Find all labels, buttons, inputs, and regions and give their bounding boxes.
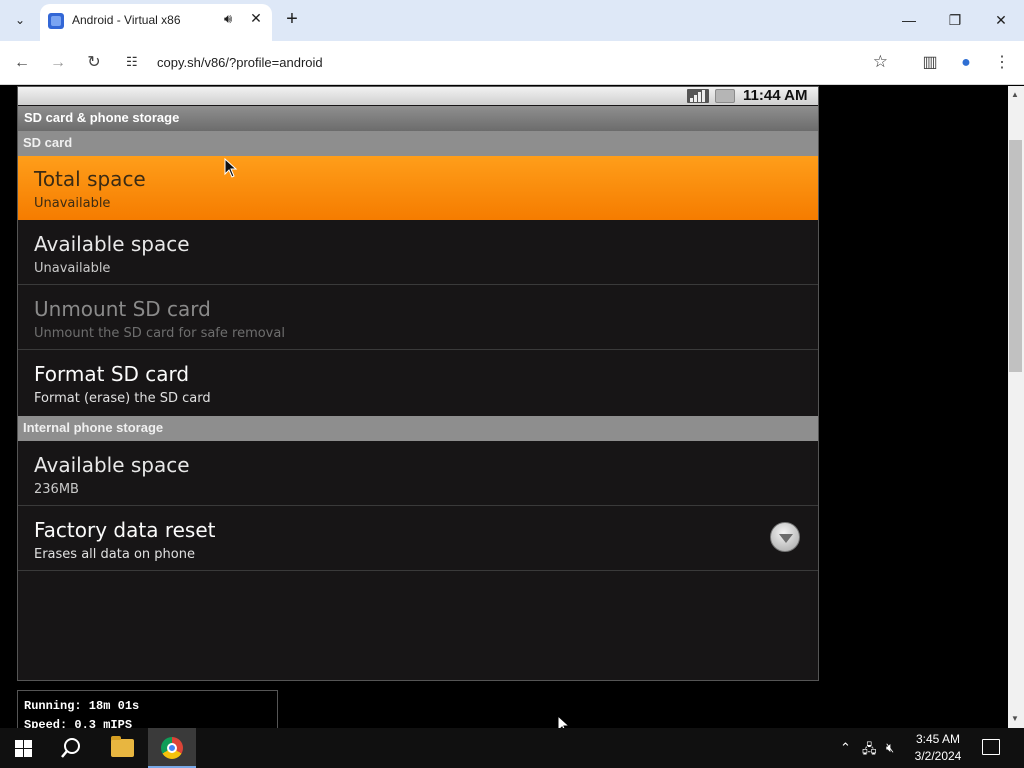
taskbar-date[interactable]: 3/2/2024 [913,749,963,763]
pref-summary: Unmount the SD card for safe removal [34,326,285,341]
chevron-down-circle-icon[interactable] [770,522,800,552]
sd-card-icon [715,89,735,103]
v86-info-panel: Running: 18m 01s Speed: 0.3 mIPS [17,690,278,732]
pref-summary: Unavailable [34,196,111,211]
android-status-bar: 11:44 AM [18,87,818,105]
browser-title-bar: ⌄ Android - Virtual x86 🔊︎ ✕ + — ❐ ✕ [0,0,1024,41]
pref-title: Format SD card [34,362,190,386]
mouse-cursor-icon [224,158,238,178]
section-label: Internal phone storage [23,420,164,435]
pref-title: Available space [34,453,190,477]
minimize-button[interactable]: — [889,8,929,32]
windows-taskbar: ⌃ 🖧︎ 🔇︎ 3:45 AM 3/2/2024 [0,728,1024,768]
reload-icon[interactable]: ↻ [81,50,107,76]
signal-icon [687,89,709,103]
close-window-button[interactable]: ✕ [981,8,1021,32]
chrome-icon[interactable] [161,737,183,759]
chevron-up-icon[interactable]: ⌃ [840,740,851,756]
pref-title: Unmount SD card [34,297,211,321]
scroll-up-arrow-icon[interactable]: ▲ [1011,90,1019,99]
pref-title: Factory data reset [34,518,216,542]
kebab-menu-icon[interactable]: ⋮ [989,50,1015,76]
restore-button[interactable]: ❐ [935,8,975,32]
pref-unmount-sd-card[interactable]: Unmount SD card Unmount the SD card for … [18,286,818,350]
speaker-muted-icon[interactable]: 🔇︎ [886,740,894,756]
android-screen[interactable]: 11:44 AM SD card & phone storage SD card… [17,86,819,681]
pref-summary: Format (erase) the SD card [34,391,211,406]
tab-title: Android - Virtual x86 [72,13,181,27]
pref-internal-available-space[interactable]: Available space 236MB [18,442,818,506]
speaker-icon[interactable]: 🔊︎ [224,11,232,27]
url-text[interactable]: copy.sh/v86/?profile=android [157,55,323,70]
section-header-sd-card: SD card [18,131,818,156]
chevron-down-icon[interactable]: ⌄ [8,8,32,32]
back-arrow-icon[interactable]: ← [9,50,35,76]
search-icon[interactable] [60,737,82,759]
pref-title: Available space [34,232,190,256]
new-tab-button[interactable]: + [282,8,302,30]
running-time: Running: 18m 01s [24,699,140,713]
scroll-down-arrow-icon[interactable]: ▼ [1011,714,1019,723]
pref-title: Total space [34,167,146,191]
address-bar[interactable]: ☷ copy.sh/v86/?profile=android ☆ [118,47,900,79]
tune-icon[interactable]: ☷ [126,54,138,70]
pref-summary: 236MB [34,482,79,497]
notifications-icon[interactable] [982,739,1000,755]
scrollbar-thumb[interactable] [1009,140,1022,372]
pref-format-sd-card[interactable]: Format SD card Format (erase) the SD car… [18,351,818,415]
pref-sd-available-space[interactable]: Available space Unavailable [18,221,818,285]
side-panel-icon[interactable]: ▥ [917,50,943,76]
pref-factory-data-reset[interactable]: Factory data reset Erases all data on ph… [18,507,818,571]
browser-toolbar: ← → ↻ ☷ copy.sh/v86/?profile=android ☆ ▥… [0,41,1024,85]
network-icon[interactable]: 🖧︎ [862,740,877,762]
section-label: SD card [23,135,73,150]
forward-arrow-icon[interactable]: → [45,50,71,76]
status-clock: 11:44 AM [743,87,808,104]
pref-summary: Unavailable [34,261,111,276]
pref-summary: Erases all data on phone [34,547,195,562]
section-header-internal-storage: Internal phone storage [18,416,818,441]
pref-total-space[interactable]: Total space Unavailable [18,156,818,220]
windows-start-icon[interactable] [15,740,32,757]
taskbar-time[interactable]: 3:45 AM [913,732,963,746]
star-icon[interactable]: ☆ [873,52,888,72]
close-icon[interactable]: ✕ [248,10,264,27]
profile-icon[interactable]: ● [953,50,979,76]
screen-title: SD card & phone storage [24,110,180,125]
screen-title-bar: SD card & phone storage [18,106,818,131]
favicon-icon [48,13,64,29]
browser-tab[interactable]: Android - Virtual x86 🔊︎ ✕ [40,4,272,41]
file-explorer-icon[interactable] [111,736,134,757]
